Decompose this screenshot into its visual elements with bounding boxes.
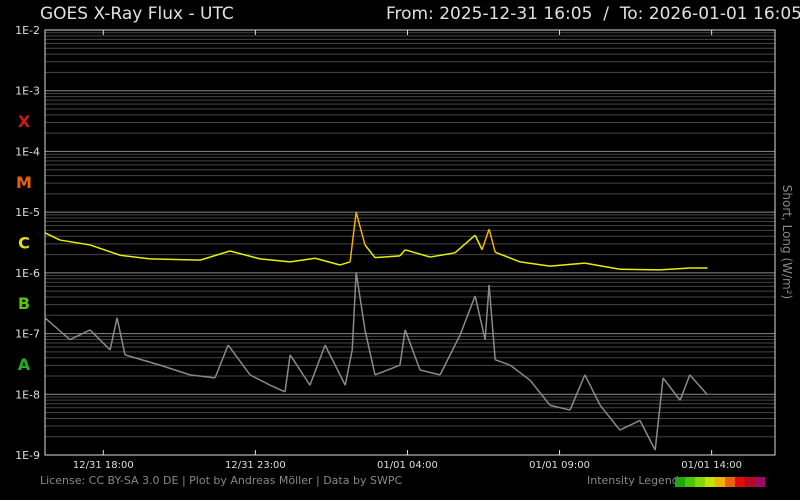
series-long-segment <box>488 228 496 253</box>
y-tick-label: 1E-8 <box>15 388 40 401</box>
series-short-segment <box>124 354 161 366</box>
series-short-segment <box>69 329 91 341</box>
y-tick-label: 1E-2 <box>15 24 40 37</box>
series-short-segment <box>484 284 490 340</box>
series-long-segment <box>404 249 431 258</box>
flare-class-label-M: M <box>16 173 32 192</box>
intensity-legend <box>675 477 765 487</box>
range-separator: / <box>603 4 609 24</box>
series-short-segment <box>227 344 251 376</box>
chart-title: GOES X-Ray Flux - UTC <box>40 4 234 24</box>
y-axis-label: Short, Long (W/m²) <box>780 185 794 299</box>
from-value: 2025-12-31 16:05 <box>439 4 593 24</box>
legend-swatch <box>675 477 685 487</box>
flare-class-label-B: B <box>18 294 30 313</box>
series-short-segment <box>355 272 366 331</box>
series-short-segment <box>529 379 551 406</box>
series-long-segment <box>339 261 351 266</box>
series-short-segment <box>269 384 286 393</box>
legend-swatch <box>745 477 755 487</box>
x-tick-label: 12/31 18:00 <box>73 460 134 471</box>
legend-swatch <box>725 477 735 487</box>
from-label: From: <box>385 4 434 24</box>
y-tick-label: 1E-4 <box>15 145 40 158</box>
series-long-segment <box>619 268 661 271</box>
series-long-segment <box>494 251 521 263</box>
series-short-segment <box>488 284 496 360</box>
time-range: From: 2025-12-31 16:05 / To: 2026-01-01 … <box>386 4 800 24</box>
flare-class-label-C: C <box>18 234 30 253</box>
legend-swatch <box>705 477 715 487</box>
series-short-segment <box>351 272 357 351</box>
series-short-segment <box>289 354 311 386</box>
series-long-segment <box>474 234 483 251</box>
series-short-segment <box>679 374 691 401</box>
series-short-segment <box>214 344 229 379</box>
legend-swatch <box>695 477 705 487</box>
flare-class-label-A: A <box>18 355 31 374</box>
legend-swatch <box>715 477 725 487</box>
y-tick-label: 1E-3 <box>15 85 40 98</box>
y-tick-label: 1E-6 <box>15 267 40 280</box>
series-long-segment <box>149 258 201 261</box>
series-short-segment <box>654 377 664 451</box>
series-long-segment <box>314 257 341 266</box>
series-short-segment <box>439 334 461 376</box>
series-long-segment <box>659 267 690 271</box>
series-short-segment <box>509 364 531 381</box>
series-short-segment <box>494 358 511 366</box>
series-short-segment <box>619 419 641 431</box>
series-short-segment <box>344 349 353 386</box>
series-short-segment <box>569 374 586 411</box>
intensity-legend-label: Intensity Legend <box>587 474 679 487</box>
series-long-segment <box>364 244 376 259</box>
series-short-segment <box>689 374 709 396</box>
series-long-segment <box>374 255 401 259</box>
series-short-segment <box>374 364 401 376</box>
license-text: License: CC BY-SA 3.0 DE | Plot by Andre… <box>40 474 403 487</box>
flare-class-label-X: X <box>18 112 31 131</box>
series-long-segment <box>290 257 316 263</box>
x-tick-label: 12/31 23:00 <box>225 460 286 471</box>
series-long-segment <box>584 262 621 270</box>
series-long-segment <box>120 254 151 260</box>
series-long-segment <box>89 244 121 256</box>
series-long-segment <box>549 262 585 267</box>
x-tick-label: 01/01 04:00 <box>377 460 438 471</box>
y-tick-label: 1E-9 <box>15 449 40 462</box>
series-short-segment <box>159 364 191 376</box>
to-label: To: <box>619 4 644 24</box>
y-tick-label: 1E-5 <box>15 206 40 219</box>
series-short-segment <box>419 369 441 376</box>
legend-swatch <box>735 477 745 487</box>
legend-swatch <box>685 477 695 487</box>
x-tick-label: 01/01 14:00 <box>681 460 742 471</box>
xray-flux-chart: 1E-2 1E-3 1E-4 1E-5 1E-6 1E-7 1E-8 1E-9 X M C B A 12/… <box>15 24 794 471</box>
legend-swatch <box>755 477 765 487</box>
x-tick-label: 01/01 09:00 <box>529 460 590 471</box>
series-long-segment <box>481 228 490 251</box>
series-long-segment <box>259 258 291 263</box>
y-tick-label: 1E-7 <box>15 328 40 341</box>
series-long-segment <box>520 261 551 267</box>
series-long-segment <box>199 250 231 261</box>
series-long-segment <box>355 211 366 246</box>
series-short-segment <box>639 420 656 451</box>
to-value: 2026-01-01 16:05 <box>648 4 800 24</box>
series-short-segment <box>284 354 291 392</box>
